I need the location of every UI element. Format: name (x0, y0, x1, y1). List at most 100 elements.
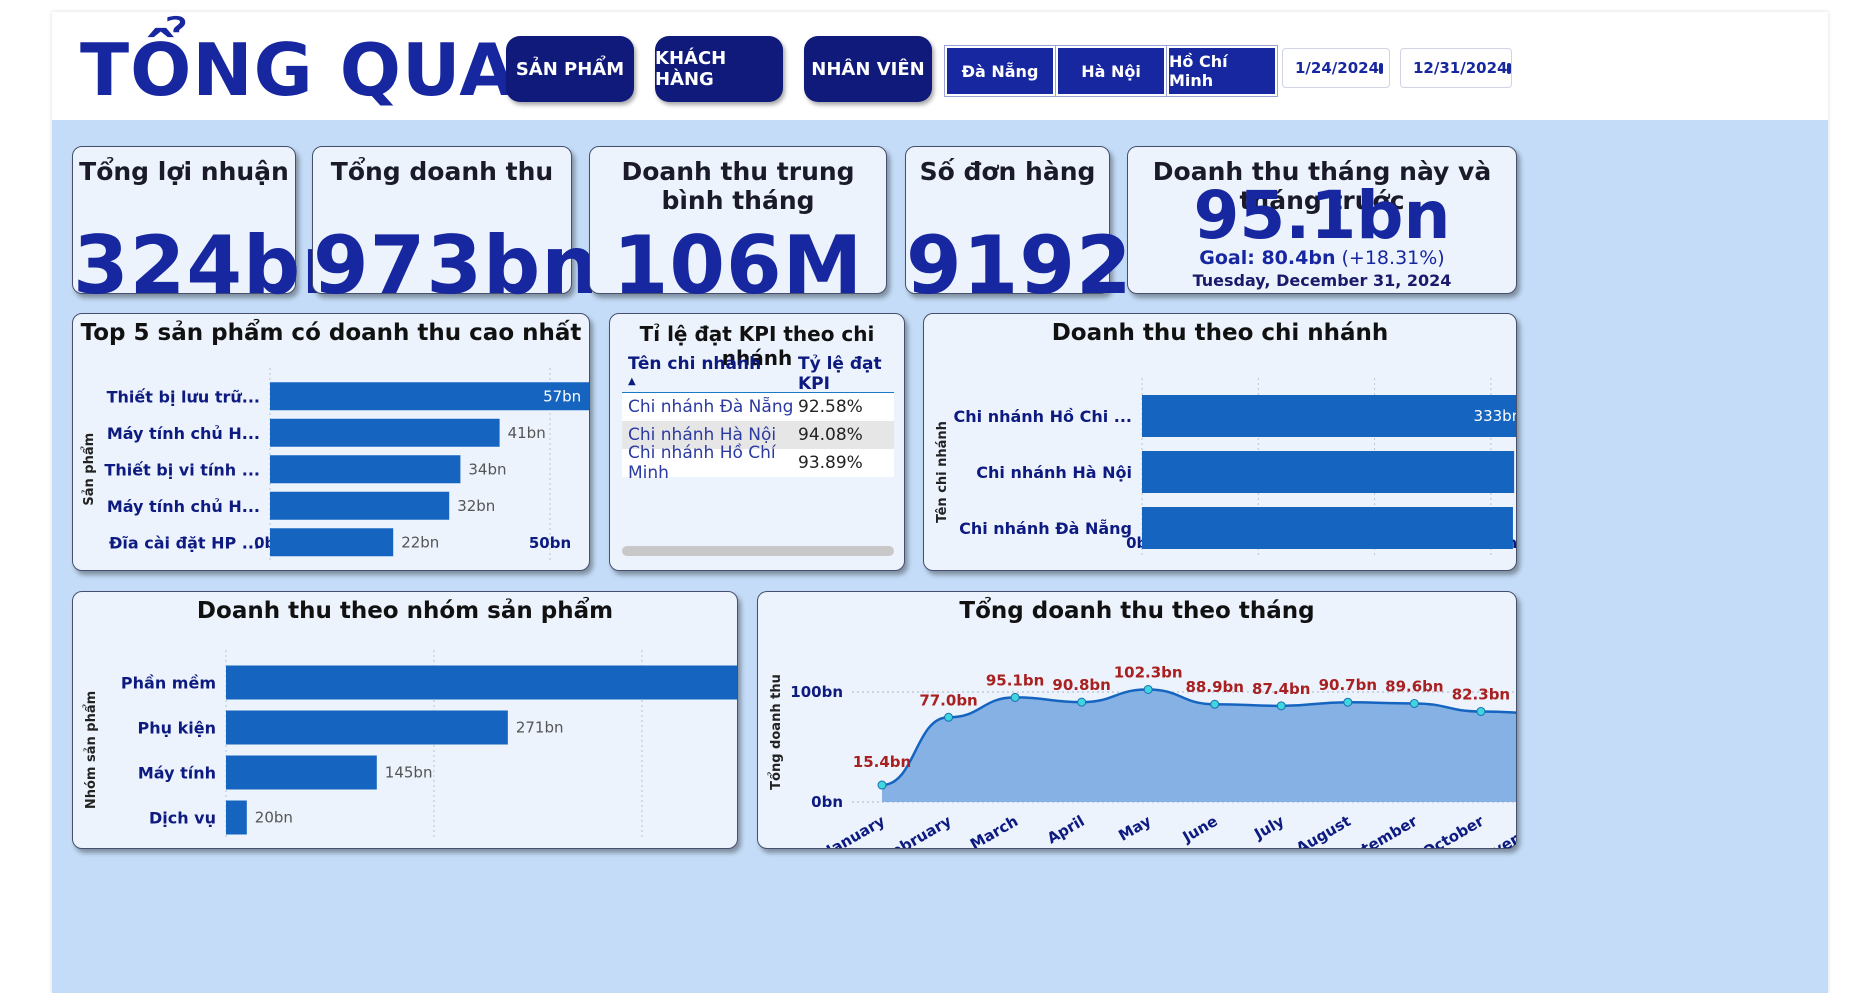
bar (270, 491, 450, 520)
horizontal-scrollbar[interactable] (622, 546, 894, 556)
kpi-table-card: Tỉ lệ đạt KPI theo chi nhánh Tên chi nhá… (609, 313, 905, 571)
x-tick-label: January (822, 812, 888, 848)
data-label: 90.7bn (1319, 676, 1377, 694)
nav-button-customers[interactable]: KHÁCH HÀNG (655, 36, 783, 102)
bar (226, 800, 247, 835)
bar (270, 528, 394, 557)
data-point (1343, 697, 1353, 707)
bar (270, 418, 500, 447)
data-label: 102.3bn (1114, 663, 1183, 681)
date-start-picker[interactable]: 1/24/2024 (1282, 48, 1390, 88)
monthly-card-goal: Goal: 80.4bn (1199, 247, 1336, 269)
bar (226, 755, 377, 790)
group-revenue-card: Doanh thu theo nhóm sản phẩm Nhóm sản ph… (72, 591, 738, 849)
data-label: 32bn (457, 497, 495, 515)
date-end-value: 12/31/2024 (1413, 59, 1508, 77)
data-label: 333bn (1474, 407, 1516, 425)
y-axis-title: Tổng doanh thu (768, 674, 784, 790)
x-tick-label: July (1250, 812, 1287, 844)
branch-revenue-card: Doanh thu theo chi nhánh Tên chi nhánh0b… (923, 313, 1517, 571)
header-bar: TỔNG QUAN SẢN PHẨM KHÁCH HÀNG NHÂN VIÊN … (52, 12, 1828, 120)
kpi-card-revenue: Tổng doanh thu 973bn (312, 146, 598, 312)
column-header-label: Tên chi nhánh (628, 354, 762, 374)
city-filter-hcm[interactable]: Hồ Chí Minh (1166, 45, 1278, 97)
table-cell: Chi nhánh Đà Nẵng (628, 397, 794, 417)
data-label: 90.8bn (1052, 676, 1110, 694)
nav-button-employees[interactable]: NHÂN VIÊN (804, 36, 932, 102)
table-cell: 92.58% (798, 397, 863, 417)
data-point (1010, 692, 1020, 702)
top-products-chart: Sản phẩm0bn50bnThiết bị lưu trữ...57bnMá… (81, 368, 589, 561)
category-label: Phần mềm (121, 674, 216, 693)
city-filter-hanoi[interactable]: Hà Nội (1055, 45, 1167, 97)
table-row[interactable]: Chi nhánh Hồ Chí Minh 93.89% (622, 443, 894, 483)
column-header-kpi[interactable]: Tỷ lệ đạt KPI (798, 354, 894, 394)
x-tick-label: March (967, 812, 1021, 848)
data-label: 145bn (385, 764, 433, 782)
category-label: Phụ kiện (138, 719, 216, 738)
kpi-value: 9192 (906, 219, 1133, 312)
x-tick-label: June (1179, 812, 1221, 847)
data-label: 20bn (255, 809, 293, 827)
data-point (944, 712, 954, 722)
data-label: 89.6bn (1385, 677, 1443, 695)
city-filter-danang[interactable]: Đà Nẵng (944, 45, 1056, 97)
y-tick-label: 0bn (811, 793, 843, 811)
branch-revenue-chart: Tên chi nhánh0bn100bn200bn300bnChi nhánh… (935, 378, 1516, 556)
nav-button-products[interactable]: SẢN PHẨM (506, 36, 634, 102)
bar (226, 710, 508, 745)
data-label: 82.3bn (1452, 685, 1510, 703)
x-tick-label: February (880, 812, 955, 848)
x-tick-label: August (1293, 812, 1354, 848)
y-axis-title: Tên chi nhánh (935, 421, 950, 523)
x-tick-label: May (1115, 812, 1154, 845)
date-end-picker[interactable]: 12/31/2024 (1400, 48, 1512, 88)
data-point (877, 780, 887, 790)
kpi-label: Tổng doanh thu (330, 157, 554, 186)
category-label: Chi nhánh Đà Nẵng (959, 519, 1132, 538)
table-row[interactable]: Chi nhánh Đà Nẵng 92.58% (622, 393, 894, 421)
kpi-card-monthly-compare: Doanh thu tháng này và tháng trước 95.1b… (1127, 146, 1517, 294)
data-label: 87.4bn (1252, 680, 1310, 698)
category-label: Máy tính (138, 764, 216, 783)
kpi-value: 106M (612, 219, 864, 312)
y-axis-title: Nhóm sản phẩm (83, 691, 99, 809)
report-canvas: Tổng lợi nhuận 324bn Tổng doanh thu 973b… (52, 120, 1828, 993)
category-label: Dịch vụ (149, 809, 216, 828)
category-label: Thiết bị vi tính ... (104, 460, 260, 479)
data-label: 34bn (468, 460, 506, 478)
data-label: 15.4bn (853, 753, 911, 771)
kpi-label: Số đơn hàng (919, 157, 1096, 186)
kpi-value: 973bn (313, 219, 600, 312)
bar (226, 665, 737, 700)
y-axis-title: Sản phẩm (81, 433, 97, 506)
kpi-label: Doanh thu trung bình tháng (621, 157, 855, 215)
category-label: Máy tính chủ H... (107, 424, 260, 443)
page-title: TỔNG QUAN (80, 28, 578, 112)
table-cell: Chi nhánh Hà Nội (628, 425, 777, 445)
table-cell: 94.08% (798, 425, 863, 445)
data-label: 57bn (543, 387, 581, 405)
bar (1142, 395, 1516, 437)
calendar-icon (1507, 62, 1512, 74)
group-revenue-chart: Nhóm sản phẩm0bn200bn400bnPhần mềm537bnP… (83, 650, 737, 840)
data-label: 271bn (516, 719, 564, 737)
category-label: Chi nhánh Hồ Chi ... (954, 407, 1133, 426)
monthly-card-value: 95.1bn (1193, 177, 1451, 254)
data-point (1476, 706, 1486, 716)
data-point (1077, 697, 1087, 707)
monthly-revenue-card: Tổng doanh thu theo tháng Tổng doanh thu… (757, 591, 1517, 849)
table-cell: Chi nhánh Hồ Chí Minh (628, 443, 776, 483)
category-label: Máy tính chủ H... (107, 497, 260, 516)
sort-ascending-icon: ▲ (628, 376, 636, 387)
data-label: 22bn (401, 533, 439, 551)
top-products-card: Top 5 sản phẩm có doanh thu cao nhất Sản… (72, 313, 590, 571)
x-tick-label: 50bn (529, 534, 571, 552)
column-header-branch[interactable]: Tên chi nhánh ▲ (622, 354, 798, 387)
category-label: Chi nhánh Hà Nội (976, 463, 1132, 482)
bar (270, 382, 589, 411)
kpi-card-orders: Số đơn hàng 9192 (905, 146, 1132, 312)
category-label: Đĩa cài đặt HP ... (109, 533, 260, 552)
kpi-value: 324bn (73, 219, 360, 312)
data-point (1143, 684, 1153, 694)
